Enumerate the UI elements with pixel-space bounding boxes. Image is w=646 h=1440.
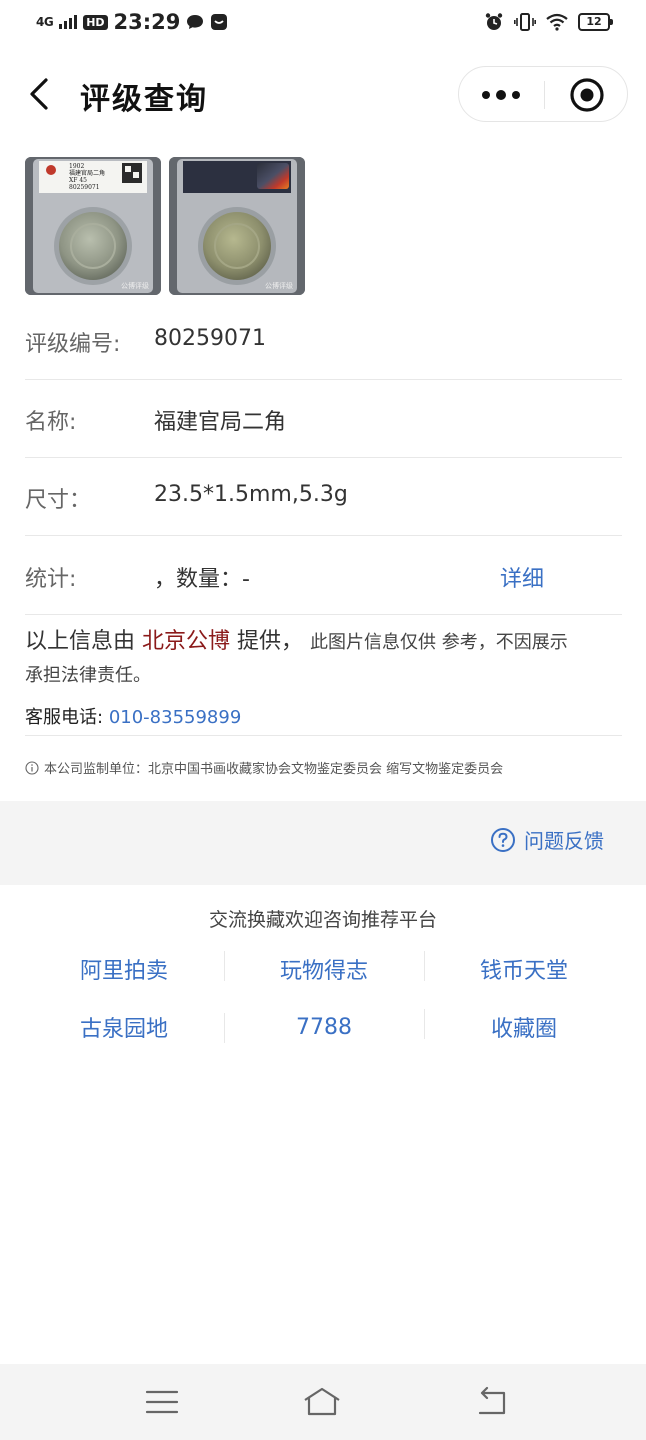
more-options-icon[interactable]: [477, 73, 525, 117]
platforms-title: 交流换藏欢迎咨询推荐平台: [208, 909, 437, 931]
divider: [25, 735, 622, 736]
coin-thumbnail-front[interactable]: 1902 福建官局二角 XF 45 80259071 公博评级: [25, 157, 161, 295]
wifi-icon: [546, 13, 568, 31]
feedback-label: 问题反馈: [524, 829, 604, 853]
vibrate-icon: [514, 13, 536, 31]
status-right: 12: [484, 12, 613, 32]
disclaimer: 以上信息由 北京公博 提供， 此图片信息仅供 参考，不因展示 承担法律责任。: [25, 626, 622, 692]
nav-bar: 评级查询: [0, 62, 646, 126]
grade-number-value: 80259071: [154, 326, 266, 351]
feedback-button[interactable]: 问题反馈: [490, 825, 604, 854]
hd-badge: HD: [83, 14, 108, 30]
platform-link[interactable]: 玩物得志: [224, 951, 424, 985]
customer-service: 客服电话: 010-83559899: [25, 703, 241, 729]
notification-app-icon: [211, 14, 228, 30]
info-row-size: 尺寸： 23.5*1.5mm,5.3g: [25, 458, 622, 536]
alarm-icon: [485, 13, 503, 30]
status-left: 4G HD 23:29: [36, 10, 228, 34]
home-icon[interactable]: [302, 1384, 342, 1420]
coin-slab-front-image: 1902 福建官局二角 XF 45 80259071 公博评级: [25, 157, 161, 295]
platform-link[interactable]: 阿里拍卖: [24, 953, 224, 985]
menu-icon[interactable]: [142, 1384, 182, 1420]
grade-number-label: 评级编号:: [25, 332, 121, 357]
provider-org: 北京公博: [142, 629, 231, 654]
chat-bubble-icon: [187, 15, 204, 29]
disclaimer-note-continued: 承担法律责任。: [25, 665, 151, 686]
question-circle-icon: [491, 827, 515, 852]
back-arrow-icon[interactable]: [24, 74, 60, 114]
battery-indicator: 12: [578, 13, 613, 31]
capsule-divider: [544, 81, 545, 109]
platforms-row: 阿里拍卖 玩物得志 钱币天堂: [24, 940, 624, 998]
system-nav-bar: [0, 1364, 646, 1440]
close-mini-program-icon[interactable]: [567, 75, 607, 115]
slab-name: 福建官局二角: [69, 169, 105, 177]
info-icon: [25, 760, 39, 775]
slab-year: 1902: [69, 163, 84, 170]
disclaimer-prefix: 以上信息由: [25, 629, 136, 654]
info-row-stats: 统计: ，数量：- 详细: [25, 537, 622, 615]
size-label: 尺寸：: [25, 488, 92, 513]
slab-grade: XF 45: [69, 177, 87, 184]
signal-bars-icon: [59, 15, 78, 29]
coin-thumbnails: 1902 福建官局二角 XF 45 80259071 公博评级 公博评级: [25, 157, 305, 295]
info-row-grade-number: 评级编号: 80259071: [25, 302, 622, 380]
coin-slab-back-image: 公博评级: [169, 157, 305, 295]
coin-thumbnail-back[interactable]: 公博评级: [169, 157, 305, 295]
name-value: 福建官局二角: [154, 410, 287, 435]
detail-link[interactable]: 详细: [500, 561, 544, 593]
signal-indicator: 4G: [36, 15, 54, 29]
supervising-unit-text: 本公司监制单位：北京中国书画收藏家协会文物鉴定委员会 缩写文物鉴定委员会: [44, 762, 504, 777]
thumbnail-watermark: 公博评级: [121, 281, 149, 290]
name-label: 名称:: [25, 410, 77, 435]
stats-value: ，数量：-: [154, 567, 250, 592]
status-bar: 4G HD 23:29 12: [0, 0, 646, 50]
back-icon[interactable]: [472, 1384, 512, 1420]
stats-label: 统计:: [25, 567, 77, 592]
clock: 23:29: [113, 10, 181, 34]
slab-number: 80259071: [69, 184, 100, 191]
size-value: 23.5*1.5mm,5.3g: [154, 482, 348, 507]
feedback-section: 问题反馈: [0, 801, 646, 885]
platform-link[interactable]: 古泉园地: [24, 1011, 224, 1043]
customer-service-label: 客服电话:: [25, 707, 104, 728]
platforms-row: 古泉园地 7788 收藏圈: [24, 998, 624, 1056]
disclaimer-note: 此图片信息仅供 参考，不因展示: [310, 632, 568, 653]
platform-link[interactable]: 钱币天堂: [424, 951, 624, 985]
thumbnail-watermark: 公博评级: [265, 281, 293, 290]
customer-service-phone[interactable]: 010-83559899: [109, 707, 241, 728]
supervising-unit: 本公司监制单位：北京中国书画收藏家协会文物鉴定委员会 缩写文物鉴定委员会: [25, 758, 503, 777]
info-row-name: 名称: 福建官局二角: [25, 380, 622, 458]
platform-link[interactable]: 收藏圈: [424, 1009, 624, 1043]
platforms-grid: 阿里拍卖 玩物得志 钱币天堂 古泉园地 7788 收藏圈: [24, 940, 624, 1056]
platform-link[interactable]: 7788: [224, 1012, 424, 1043]
mini-program-capsule: [458, 66, 628, 122]
page-title: 评级查询: [80, 82, 208, 117]
disclaimer-provided: 提供，: [237, 629, 304, 654]
